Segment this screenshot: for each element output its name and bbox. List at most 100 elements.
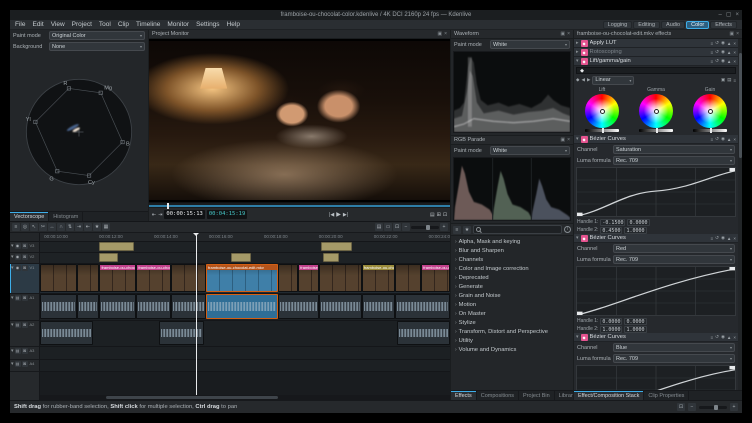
effect-category-transform-distort-and-perspective[interactable]: ›Transform, Distort and Perspective: [451, 327, 573, 336]
effect-category-channels[interactable]: ›Channels: [451, 255, 573, 264]
timeline-clip[interactable]: [319, 264, 362, 292]
effect-category-alpha-mask-and-keying[interactable]: ›Alpha, Mask and keying: [451, 237, 573, 246]
enable-effect-icon[interactable]: ◉: [721, 235, 725, 241]
timeline-clip[interactable]: framboise-ou-chocolat-edit.mkv: [421, 264, 450, 292]
mute-track-icon[interactable]: ▤: [15, 322, 21, 328]
menu-view[interactable]: View: [51, 21, 65, 28]
handle1-x-input[interactable]: -0.1500: [600, 219, 625, 226]
undock-icon[interactable]: ▣: [560, 137, 565, 143]
timeline-clip[interactable]: [278, 294, 319, 319]
timeline-ruler[interactable]: 00:00:10:0000:00:12:0000:00:14:0000:00:1…: [40, 233, 450, 242]
video-viewport[interactable]: [149, 39, 450, 202]
vectorscope-paint-mode-select[interactable]: Original Color▾: [49, 31, 145, 40]
reset-effect-icon[interactable]: ↺: [715, 40, 719, 46]
timeline-clip[interactable]: [77, 294, 100, 319]
favorite-effects-icon[interactable]: ★: [93, 223, 101, 231]
effect-category-motion[interactable]: ›Motion: [451, 300, 573, 309]
subtitles-icon[interactable]: ▭: [384, 223, 392, 231]
channel-select[interactable]: Red▾: [613, 244, 735, 253]
gain-color-wheel[interactable]: [693, 94, 727, 128]
spacer-tool-icon[interactable]: ↔: [48, 223, 56, 231]
timeline-clip[interactable]: [278, 264, 299, 292]
effect-category-stylize[interactable]: ›Stylize: [451, 318, 573, 327]
timeline-clip[interactable]: [206, 294, 278, 319]
lift-color-wheel[interactable]: [585, 94, 619, 128]
keyframe-interpolation-select[interactable]: Linear▾: [592, 76, 634, 85]
timeline-clip[interactable]: framboise-ou-chocolat-edit.mkv: [99, 264, 136, 292]
chevron-down-icon[interactable]: ▾: [11, 361, 14, 367]
enable-effect-icon[interactable]: ◉: [721, 334, 725, 340]
timeline-zoom-slider[interactable]: [699, 406, 727, 409]
timeline-clip[interactable]: [319, 294, 362, 319]
mute-track-icon[interactable]: ▤: [15, 361, 21, 367]
menu-settings[interactable]: Settings: [196, 21, 220, 28]
timeline-clip[interactable]: [323, 253, 339, 262]
zoom-out-icon[interactable]: −: [402, 223, 410, 231]
gamma-color-wheel[interactable]: [639, 94, 673, 128]
gain-level-slider[interactable]: [693, 129, 727, 132]
menu-help[interactable]: Help: [227, 21, 240, 28]
chevron-down-icon[interactable]: ▾: [11, 322, 14, 328]
zone-in-icon[interactable]: ⇤: [152, 210, 156, 220]
track-target-icon[interactable]: ◎: [21, 223, 29, 231]
monitor-timecode[interactable]: 00:00:15:13: [164, 210, 204, 219]
parade-paint-mode-select[interactable]: White▾: [490, 146, 570, 155]
timeline-clip[interactable]: [171, 294, 206, 319]
handle2-x-input[interactable]: 0.4500: [600, 227, 622, 234]
audio-mixer-icon[interactable]: ▤: [375, 223, 383, 231]
workspace-logging[interactable]: Logging: [603, 21, 633, 29]
copy-keyframes-icon[interactable]: ▣: [721, 77, 725, 83]
reset-effect-icon[interactable]: ↺: [715, 58, 719, 64]
track-head-A1[interactable]: ▾ ▤ ⊠ A1: [10, 294, 39, 321]
close-icon[interactable]: ×: [736, 31, 739, 37]
maximize-icon[interactable]: ▢: [726, 10, 732, 20]
lock-track-icon[interactable]: ⊠: [22, 265, 28, 271]
zoom-in-icon[interactable]: +: [440, 223, 448, 231]
hide-track-icon[interactable]: ◉: [15, 243, 21, 249]
mute-track-icon[interactable]: ▤: [15, 295, 21, 301]
presets-menu-icon[interactable]: ≡: [711, 236, 714, 241]
menu-timeline[interactable]: Timeline: [136, 21, 160, 28]
monitor-audio-icon[interactable]: ▤: [430, 210, 435, 220]
effect-category-deprecated[interactable]: ›Deprecated: [451, 273, 573, 282]
timeline-playhead[interactable]: [196, 233, 197, 400]
extract-zone-icon[interactable]: ⇤: [84, 223, 92, 231]
reset-effect-icon[interactable]: ↺: [715, 334, 719, 340]
handle1-x-input[interactable]: 0.0000: [600, 318, 622, 325]
workspace-audio[interactable]: Audio: [661, 21, 685, 29]
chevron-down-icon[interactable]: ▾: [576, 136, 579, 142]
delete-effect-icon[interactable]: ×: [733, 50, 736, 55]
chevron-down-icon[interactable]: ▾: [576, 334, 579, 340]
previous-keyframe-icon[interactable]: ◀: [581, 77, 584, 83]
presets-menu-icon[interactable]: ≡: [711, 59, 714, 64]
monitor-grid-icon[interactable]: ⊞: [437, 210, 441, 220]
preview-render-icon[interactable]: ▦: [102, 223, 110, 231]
selection-tool-icon[interactable]: ↖: [30, 223, 38, 231]
menu-monitor[interactable]: Monitor: [167, 21, 189, 28]
insert-zone-icon[interactable]: ⇥: [75, 223, 83, 231]
add-keyframe-icon[interactable]: ◆: [576, 77, 579, 83]
lock-track-icon[interactable]: ⊠: [22, 295, 28, 301]
timeline-clip[interactable]: framboise-ou-chocolat-edit.mkv: [206, 264, 278, 292]
presets-menu-icon[interactable]: ≡: [711, 50, 714, 55]
effect-category-color-and-image-correction[interactable]: ›Color and Image correction: [451, 264, 573, 273]
effect-category-utility[interactable]: ›Utility: [451, 336, 573, 345]
gamma-level-slider[interactable]: [639, 129, 673, 132]
handle2-x-input[interactable]: 1.0000: [600, 326, 622, 333]
effect-stack-scrollbar[interactable]: [738, 39, 742, 390]
track-V2[interactable]: [40, 253, 450, 264]
reset-effect-icon[interactable]: ↺: [715, 136, 719, 142]
effect-category-generate[interactable]: ›Generate: [451, 282, 573, 291]
workspace-editing[interactable]: Editing: [633, 21, 660, 29]
move-up-icon[interactable]: ▲: [727, 59, 731, 64]
move-up-icon[interactable]: ▲: [727, 50, 731, 55]
next-keyframe-icon[interactable]: ▶: [587, 77, 590, 83]
track-head-A2[interactable]: ▾ ▤ ⊠ A2: [10, 321, 39, 347]
timeline-clip[interactable]: [99, 294, 136, 319]
timeline-clip[interactable]: [40, 294, 77, 319]
close-icon[interactable]: ×: [567, 31, 570, 37]
effect-row-lift-gamma-gain[interactable]: ▾ ◆ Lift/gamma/gain ≡ ↺ ◉ ▲ ×: [574, 57, 738, 66]
minimize-icon[interactable]: –: [718, 10, 721, 20]
close-icon[interactable]: ×: [735, 10, 739, 20]
timeline-clip[interactable]: [395, 264, 422, 292]
